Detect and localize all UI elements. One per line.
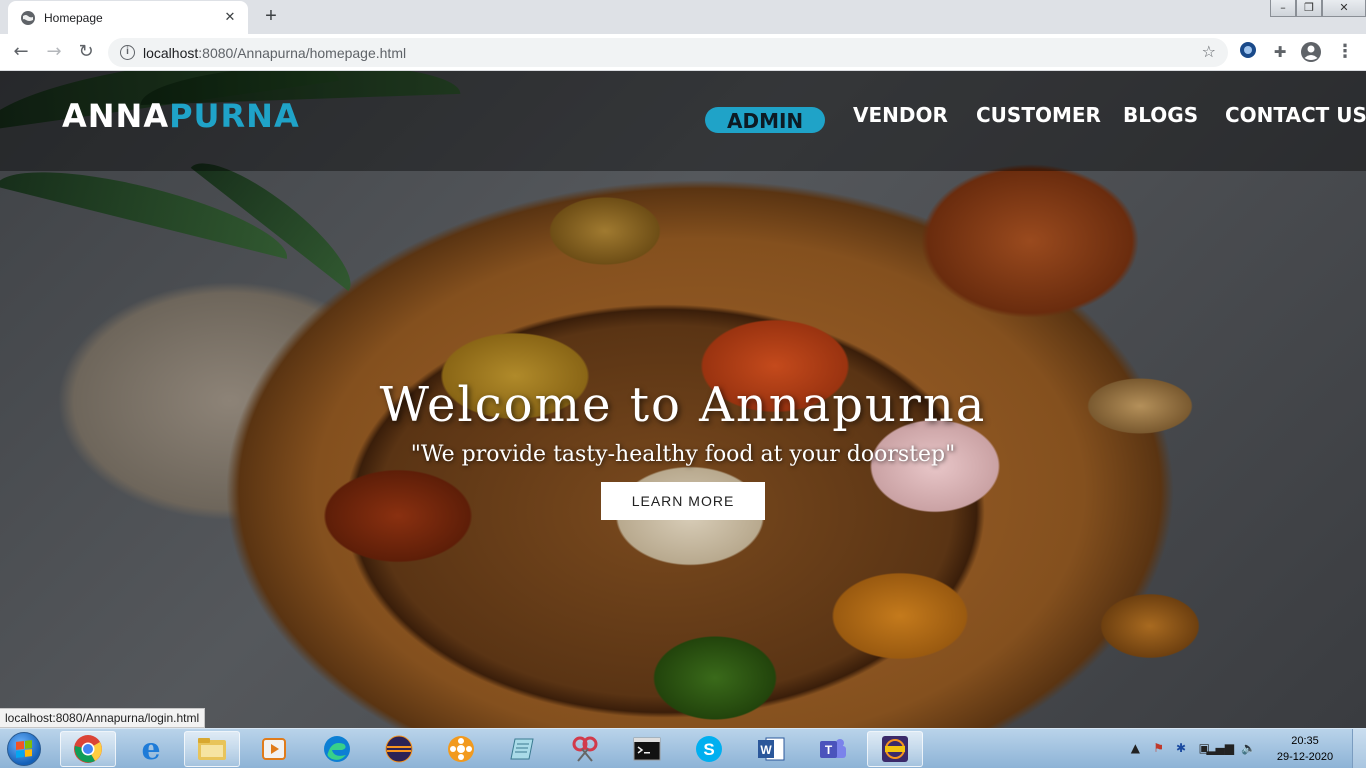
minimize-button[interactable]: –	[1270, 0, 1296, 17]
new-tab-button[interactable]: +	[258, 4, 284, 30]
site-logo[interactable]: ANNAPURNA	[62, 97, 300, 135]
clock-time: 20:35	[1291, 735, 1319, 747]
taskbar-notepad[interactable]	[495, 731, 551, 767]
java-ee-ide-icon	[882, 736, 908, 762]
reload-icon: ↻	[78, 41, 94, 62]
windows-taskbar: e S W T ▲ ⚑ ✱ ▣ ▂▄▆ 🔈 20:35 29-12-2020	[0, 728, 1366, 768]
link-status-bubble: localhost:8080/Annapurna/login.html	[0, 708, 206, 728]
nav-customer[interactable]: CUSTOMER	[976, 103, 1101, 127]
network-signal-icon[interactable]: ▂▄▆	[1206, 741, 1234, 755]
nav-vendor[interactable]: VENDOR	[853, 103, 948, 127]
reload-button[interactable]: ↻	[74, 40, 98, 64]
word-icon: W	[758, 737, 785, 761]
bookmark-star-icon[interactable]: ☆	[1202, 42, 1216, 61]
more-vert-icon: ⋮	[1336, 41, 1354, 62]
edge-icon	[324, 736, 350, 762]
taskbar-media-player[interactable]	[246, 731, 302, 767]
url-path: :8080/Annapurna/homepage.html	[198, 44, 407, 61]
taskbar-orange-app[interactable]	[433, 731, 489, 767]
logo-text-white: ANNA	[62, 97, 170, 135]
taskbar-teams[interactable]: T	[805, 731, 861, 767]
action-center-flag-icon[interactable]: ⚑	[1153, 741, 1164, 755]
account-icon	[1301, 42, 1321, 62]
snipping-tool-icon	[572, 736, 598, 762]
window-close-button[interactable]: ✕	[1322, 0, 1366, 17]
puzzle-icon: ✚	[1273, 43, 1287, 61]
hero-section: ANNAPURNA ADMIN VENDOR CUSTOMER BLOGS CO…	[0, 71, 1366, 728]
nav-contact-us[interactable]: CONTACT US	[1225, 103, 1366, 127]
site-info-icon[interactable]: i	[120, 45, 135, 60]
taskbar-snipping-tool[interactable]	[557, 731, 613, 767]
window-controls: – ❐ ✕	[1270, 0, 1366, 18]
media-player-icon	[262, 738, 286, 760]
learn-more-button[interactable]: LEARN MORE	[601, 482, 765, 520]
skype-icon: S	[696, 736, 722, 762]
teams-icon: T	[820, 739, 846, 758]
tab-title: Homepage	[44, 10, 103, 25]
taskbar-edge[interactable]	[309, 731, 365, 767]
command-prompt-icon	[633, 737, 661, 761]
extension-logo-icon	[1240, 42, 1256, 58]
taskbar-word[interactable]: W	[743, 731, 799, 767]
bluetooth-icon[interactable]: ✱	[1176, 741, 1186, 755]
restore-button[interactable]: ❐	[1296, 0, 1322, 17]
extension-button[interactable]	[1237, 41, 1259, 63]
windows-logo-icon	[7, 732, 41, 766]
browser-tab-strip: Homepage ✕ + – ❐ ✕	[0, 0, 1366, 34]
arrow-left-icon: ←	[13, 41, 29, 62]
tab-close-icon[interactable]: ✕	[222, 10, 238, 25]
extensions-button[interactable]: ✚	[1269, 41, 1291, 63]
svg-text:T: T	[825, 743, 833, 757]
eclipse-icon	[385, 735, 413, 763]
taskbar-java-ee-ide[interactable]	[867, 731, 923, 767]
show-hidden-icons-chevron-icon[interactable]: ▲	[1131, 741, 1140, 755]
taskbar-clock[interactable]: 20:35 29-12-2020	[1270, 733, 1340, 765]
site-navbar: ANNAPURNA ADMIN VENDOR CUSTOMER BLOGS CO…	[0, 71, 1366, 171]
hero-title: Welcome to Annapurna	[379, 377, 987, 433]
taskbar-file-explorer[interactable]	[184, 731, 240, 767]
taskbar-internet-explorer[interactable]: e	[123, 731, 179, 767]
hero-subtitle: "We provide tasty-healthy food at your d…	[410, 442, 956, 467]
notepad-icon	[510, 738, 534, 760]
url-host: localhost	[143, 44, 199, 61]
profile-button[interactable]	[1300, 41, 1322, 63]
internet-explorer-icon: e	[141, 731, 161, 767]
arrow-right-icon: →	[46, 41, 62, 62]
volume-icon[interactable]: 🔈	[1241, 741, 1256, 755]
taskbar-skype[interactable]: S	[681, 731, 737, 767]
forward-button[interactable]: →	[42, 40, 66, 64]
nav-blogs[interactable]: BLOGS	[1123, 103, 1198, 127]
show-desktop-button[interactable]	[1352, 729, 1366, 768]
orange-app-icon	[448, 736, 474, 762]
taskbar-eclipse[interactable]	[371, 731, 427, 767]
back-button[interactable]: ←	[9, 40, 33, 64]
address-url: localhost:8080/Annapurna/homepage.html	[143, 45, 406, 61]
clock-date: 29-12-2020	[1276, 751, 1334, 763]
taskbar-chrome[interactable]	[60, 731, 116, 767]
taskbar-command-prompt[interactable]	[619, 731, 675, 767]
globe-icon	[21, 10, 35, 25]
browser-toolbar: ← → ↻ i localhost:8080/Annapurna/homepag…	[0, 34, 1366, 71]
system-tray: ▲ ⚑ ✱ ▣ ▂▄▆ 🔈 20:35 29-12-2020	[1126, 729, 1366, 768]
file-explorer-icon	[198, 738, 226, 760]
start-button[interactable]	[4, 731, 44, 767]
logo-text-accent: PURNA	[169, 97, 300, 135]
svg-text:S: S	[703, 740, 714, 759]
menu-button[interactable]: ⋮	[1334, 41, 1356, 63]
address-bar[interactable]: i localhost:8080/Annapurna/homepage.html…	[108, 38, 1228, 67]
nav-admin[interactable]: ADMIN	[705, 107, 826, 133]
svg-text:W: W	[760, 743, 772, 757]
browser-tab[interactable]: Homepage ✕	[8, 1, 248, 34]
chrome-icon	[74, 735, 102, 763]
